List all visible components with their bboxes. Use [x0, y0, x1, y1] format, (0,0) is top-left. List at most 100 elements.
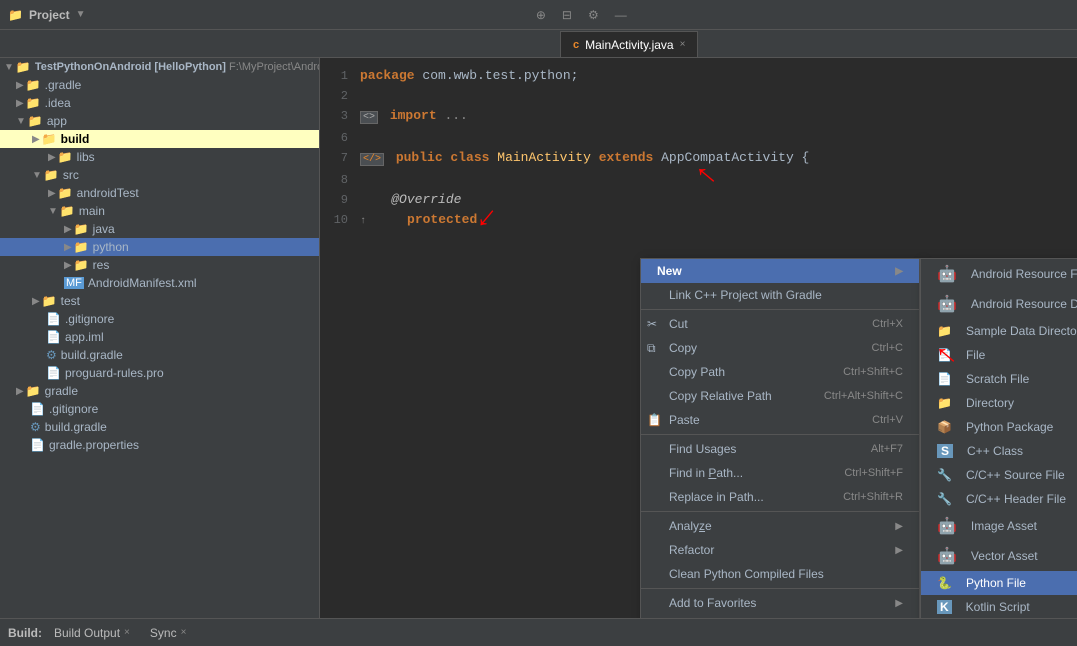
tab-close-icon[interactable]: ×: [680, 39, 686, 50]
menu-item-new[interactable]: New: [641, 259, 919, 283]
tree-item-test[interactable]: ▶ 📁 test: [0, 292, 319, 310]
submenu-item-android-resource-dir[interactable]: 🤖 Android Resource Directory: [921, 289, 1077, 319]
submenu-item-cpp-source[interactable]: 🔧 C/C++ Source File: [921, 463, 1077, 487]
line-code-6: [360, 128, 1077, 148]
settings-icon[interactable]: ⚙: [588, 8, 599, 22]
python-file-icon: 🐍: [937, 576, 952, 590]
bottom-tab-build-output[interactable]: Build Output ×: [46, 624, 138, 642]
paste-icon: 📋: [647, 413, 662, 427]
gradle-props-icon: 📄: [30, 438, 45, 452]
tree-item-res-label: res: [93, 258, 110, 272]
bottom-tab-sync[interactable]: Sync ×: [142, 624, 195, 642]
tree-item-root[interactable]: ▼ 📁 TestPythonOnAndroid [HelloPython] F:…: [0, 58, 319, 76]
menu-item-paste[interactable]: 📋 Paste Ctrl+V: [641, 408, 919, 432]
menu-item-show-thumbnails[interactable]: Show Image Thumbnails Ctrl+Shift+T: [641, 615, 919, 618]
tree-item-buildgradle-app[interactable]: ⚙ build.gradle: [0, 346, 319, 364]
submenu-item-scratch-file[interactable]: 📄 Scratch File Ctrl+Alt+Shift+Insert: [921, 367, 1077, 391]
menu-item-copy[interactable]: ⧉ Copy Ctrl+C: [641, 336, 919, 360]
cut-label: Cut: [669, 317, 688, 331]
link-cpp-label: Link C++ Project with Gradle: [669, 288, 822, 302]
build-arrow-icon: ▶: [32, 134, 40, 145]
submenu-item-android-resource-file[interactable]: 🤖 Android Resource File: [921, 259, 1077, 289]
menu-item-copy-relative[interactable]: Copy Relative Path Ctrl+Alt+Shift+C: [641, 384, 919, 408]
submenu-item-vector-asset[interactable]: 🤖 Vector Asset: [921, 541, 1077, 571]
tree-item-main[interactable]: ▼ 📁 main: [0, 202, 319, 220]
submenu-item-python-file[interactable]: 🐍 Python File: [921, 571, 1077, 595]
minimize-icon[interactable]: —: [615, 8, 627, 22]
tab-java-icon: c: [573, 39, 579, 51]
menu-item-add-favorites[interactable]: Add to Favorites: [641, 591, 919, 615]
submenu-item-cpp-class[interactable]: S C++ Class: [921, 439, 1077, 463]
tree-item-src[interactable]: ▼ 📁 src: [0, 166, 319, 184]
editor-line-2: 2: [320, 86, 1077, 106]
tree-item-gradle-folder[interactable]: ▶ 📁 gradle: [0, 382, 319, 400]
menu-item-analyze[interactable]: Analyze: [641, 514, 919, 538]
vector-asset-label: Vector Asset: [971, 549, 1077, 563]
menu-item-find-usages[interactable]: Find Usages Alt+F7: [641, 437, 919, 461]
copy-relative-shortcut: Ctrl+Alt+Shift+C: [824, 390, 903, 402]
gitignore-root-icon: 📄: [30, 402, 45, 416]
submenu-item-file[interactable]: 📄 File: [921, 343, 1077, 367]
tree-item-libs[interactable]: ▶ 📁 libs: [0, 148, 319, 166]
androidtest-arrow-icon: ▶: [48, 188, 56, 199]
split-icon[interactable]: ⊟: [562, 8, 572, 22]
tab-mainactivity[interactable]: c MainActivity.java ×: [560, 31, 698, 57]
sample-data-dir-icon: 📁: [937, 324, 952, 338]
tree-item-app[interactable]: ▼ 📁 app: [0, 112, 319, 130]
menu-item-find-in-path[interactable]: Find in Path... Ctrl+Shift+F: [641, 461, 919, 485]
gradle-folder-arrow-icon: ▶: [16, 386, 24, 397]
tab-bar: c MainActivity.java ×: [0, 30, 1077, 58]
line-num-7: 7: [320, 148, 360, 170]
tree-item-idea[interactable]: ▶ 📁 .idea: [0, 94, 319, 112]
tree-item-gitignore-root[interactable]: 📄 .gitignore: [0, 400, 319, 418]
tree-item-proguard[interactable]: 📄 proguard-rules.pro: [0, 364, 319, 382]
submenu-item-sample-data-dir[interactable]: 📁 Sample Data Directory: [921, 319, 1077, 343]
dropdown-arrow-icon[interactable]: ▼: [76, 9, 86, 20]
tree-item-androidtest[interactable]: ▶ 📁 androidTest: [0, 184, 319, 202]
class-icon: </>: [360, 153, 384, 166]
file-icon: 📄: [937, 348, 952, 362]
menu-item-link-cpp[interactable]: Link C++ Project with Gradle: [641, 283, 919, 307]
tree-item-build[interactable]: ▶ 📁 build: [0, 130, 319, 148]
menu-item-refactor[interactable]: Refactor: [641, 538, 919, 562]
editor-line-10: 10 ↑ protected: [320, 210, 1077, 232]
line-num-10: 10: [320, 210, 360, 232]
submenu-item-cpp-header[interactable]: 🔧 C/C++ Header File: [921, 487, 1077, 511]
android-resource-file-label: Android Resource File: [971, 267, 1077, 281]
separator-4: [641, 588, 919, 589]
clean-python-label: Clean Python Compiled Files: [669, 567, 824, 581]
tree-item-res[interactable]: ▶ 📁 res: [0, 256, 319, 274]
tree-item-java[interactable]: ▶ 📁 java: [0, 220, 319, 238]
editor-content: 1 package com.wwb.test.python; 2 3 <> im…: [320, 58, 1077, 240]
tree-item-gitignore-app[interactable]: 📄 .gitignore: [0, 310, 319, 328]
tree-item-gradle-label: .gradle: [45, 78, 82, 92]
tree-item-gitignore-app-label: .gitignore: [65, 312, 114, 326]
kotlin-script-icon: K: [937, 600, 952, 614]
tree-item-buildgradle-root[interactable]: ⚙ build.gradle: [0, 418, 319, 436]
submenu-item-kotlin-script[interactable]: K Kotlin Script: [921, 595, 1077, 618]
tree-item-java-label: java: [93, 222, 115, 236]
kotlin-script-label: Kotlin Script: [966, 600, 1077, 614]
menu-item-clean-python[interactable]: Clean Python Compiled Files: [641, 562, 919, 586]
tree-item-gradle-props[interactable]: 📄 gradle.properties: [0, 436, 319, 454]
tree-item-androidtest-label: androidTest: [77, 186, 139, 200]
menu-item-copy-path[interactable]: Copy Path Ctrl+Shift+C: [641, 360, 919, 384]
project-icon: 📁: [8, 8, 23, 22]
sync-close-icon[interactable]: ×: [181, 627, 187, 638]
menu-item-replace-in-path[interactable]: Replace in Path... Ctrl+Shift+R: [641, 485, 919, 509]
submenu-item-directory[interactable]: 📁 Directory: [921, 391, 1077, 415]
tree-item-gradle[interactable]: ▶ 📁 .gradle: [0, 76, 319, 94]
tree-item-appiml[interactable]: 📄 app.iml: [0, 328, 319, 346]
tree-item-python[interactable]: ▶ 📁 python: [0, 238, 319, 256]
line-code-9: @Override: [360, 190, 1077, 210]
tree-item-androidmanifest[interactable]: MF AndroidManifest.xml: [0, 274, 319, 292]
submenu-item-python-package[interactable]: 📦 Python Package: [921, 415, 1077, 439]
gradle-folder-icon: 📁: [26, 78, 41, 92]
submenu-item-image-asset[interactable]: 🤖 Image Asset: [921, 511, 1077, 541]
menu-item-cut[interactable]: ✂ Cut Ctrl+X: [641, 312, 919, 336]
line-num-6: 6: [320, 128, 360, 148]
globe-icon[interactable]: ⊕: [536, 8, 546, 22]
build-output-close-icon[interactable]: ×: [124, 627, 130, 638]
context-menu-container: New Link C++ Project with Gradle ✂ Cut C…: [640, 258, 1077, 618]
build-folder-icon: 📁: [42, 132, 57, 146]
